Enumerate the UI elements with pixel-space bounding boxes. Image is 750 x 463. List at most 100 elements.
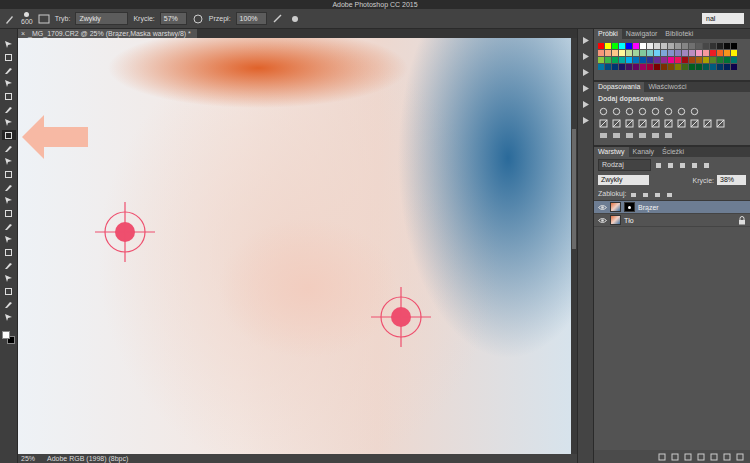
swatch[interactable] — [724, 50, 730, 56]
panel-tab[interactable]: Biblioteki — [661, 29, 697, 39]
panel-tab[interactable]: Nawigator — [622, 29, 662, 39]
brush-preset-icon[interactable] — [4, 13, 16, 25]
swatch[interactable] — [626, 43, 632, 49]
swatch[interactable] — [696, 50, 702, 56]
swatch[interactable] — [619, 43, 625, 49]
adjustment-button[interactable] — [624, 118, 635, 128]
swatch[interactable] — [689, 50, 695, 56]
panel-tab[interactable]: Kanały — [629, 147, 658, 157]
swatch[interactable] — [654, 50, 660, 56]
layer-opacity-field[interactable]: 38% — [717, 175, 746, 185]
layer-action-button[interactable] — [696, 452, 705, 461]
swatch[interactable] — [717, 64, 723, 70]
swatch[interactable] — [633, 57, 639, 63]
swatch[interactable] — [661, 57, 667, 63]
adjustment-button[interactable] — [663, 130, 674, 140]
swatch[interactable] — [619, 64, 625, 70]
adjustment-button[interactable] — [689, 106, 700, 116]
swatch[interactable] — [703, 64, 709, 70]
adjustment-button[interactable] — [611, 118, 622, 128]
swatch[interactable] — [612, 57, 618, 63]
adjustment-button[interactable] — [598, 118, 609, 128]
swatch[interactable] — [668, 50, 674, 56]
document-tab[interactable]: ×_MG_1709.CR2 @ 25% (Brązer,Maska warstw… — [18, 29, 197, 38]
swatch[interactable] — [640, 43, 646, 49]
layer-row[interactable]: Tło — [594, 214, 750, 227]
tool-button[interactable] — [2, 169, 16, 179]
brush-panel-icon[interactable] — [38, 13, 50, 25]
tool-button[interactable] — [2, 65, 16, 75]
pressure-size-icon[interactable] — [289, 13, 301, 25]
tool-button[interactable] — [2, 312, 16, 322]
swatch[interactable] — [605, 64, 611, 70]
swatch[interactable] — [668, 57, 674, 63]
panel-tab[interactable]: Próbki — [594, 29, 622, 39]
swatch[interactable] — [675, 50, 681, 56]
adjustment-button[interactable] — [676, 106, 687, 116]
adjustment-button[interactable] — [598, 130, 609, 140]
tool-button[interactable] — [2, 182, 16, 192]
swatch[interactable] — [633, 50, 639, 56]
brush-size-picker[interactable]: 600 — [21, 12, 33, 26]
swatch[interactable] — [661, 64, 667, 70]
search-field[interactable]: nal — [702, 13, 744, 24]
adjustment-button[interactable] — [663, 106, 674, 116]
tool-button[interactable] — [2, 221, 16, 231]
swatch[interactable] — [717, 43, 723, 49]
tool-button[interactable] — [2, 39, 16, 49]
adjustment-button[interactable] — [650, 118, 661, 128]
panel-tab[interactable]: Właściwości — [644, 82, 690, 92]
swatch[interactable] — [675, 43, 681, 49]
swatch[interactable] — [612, 64, 618, 70]
swatch[interactable] — [647, 57, 653, 63]
panel-toggle[interactable] — [580, 67, 592, 78]
swatch[interactable] — [633, 43, 639, 49]
swatch[interactable] — [731, 57, 737, 63]
tool-button[interactable] — [2, 91, 16, 101]
swatch[interactable] — [598, 57, 604, 63]
scroll-thumb[interactable] — [572, 129, 576, 249]
swatch[interactable] — [689, 64, 695, 70]
swatch[interactable] — [647, 50, 653, 56]
tool-button[interactable] — [2, 78, 16, 88]
swatch[interactable] — [731, 50, 737, 56]
eye-icon[interactable] — [598, 203, 607, 212]
adjustment-button[interactable] — [689, 118, 700, 128]
swatch[interactable] — [612, 43, 618, 49]
swatch[interactable] — [647, 43, 653, 49]
filter-button[interactable] — [666, 161, 675, 170]
swatch[interactable] — [717, 57, 723, 63]
tool-button[interactable] — [2, 143, 16, 153]
layer-action-button[interactable] — [735, 452, 744, 461]
swatch[interactable] — [689, 43, 695, 49]
swatch[interactable] — [696, 57, 702, 63]
adjustment-button[interactable] — [637, 106, 648, 116]
adjustment-button[interactable] — [702, 118, 713, 128]
flow-field[interactable]: 100% — [236, 12, 267, 25]
airbrush-icon[interactable] — [272, 13, 284, 25]
swatch[interactable] — [696, 43, 702, 49]
adjustment-button[interactable] — [676, 118, 687, 128]
tool-button[interactable] — [2, 117, 16, 127]
swatch[interactable] — [682, 50, 688, 56]
tool-button[interactable] — [2, 247, 16, 257]
panel-toggle[interactable] — [580, 99, 592, 110]
layer-action-button[interactable] — [683, 452, 692, 461]
swatch[interactable] — [710, 57, 716, 63]
canvas-photo[interactable] — [18, 38, 571, 454]
swatch[interactable] — [654, 57, 660, 63]
swatch[interactable] — [626, 50, 632, 56]
swatch[interactable] — [640, 50, 646, 56]
swatch[interactable] — [682, 64, 688, 70]
swatch[interactable] — [640, 64, 646, 70]
tool-button[interactable] — [2, 52, 16, 62]
tool-button[interactable] — [2, 130, 16, 140]
swatch[interactable] — [605, 43, 611, 49]
tool-color-swatch[interactable] — [2, 331, 10, 339]
swatch[interactable] — [661, 50, 667, 56]
blend-mode-dropdown[interactable]: Zwykły — [598, 175, 649, 185]
swatch[interactable] — [633, 64, 639, 70]
swatch[interactable] — [731, 64, 737, 70]
adjustment-button[interactable] — [637, 130, 648, 140]
layer-mask-thumbnail[interactable] — [624, 202, 635, 212]
